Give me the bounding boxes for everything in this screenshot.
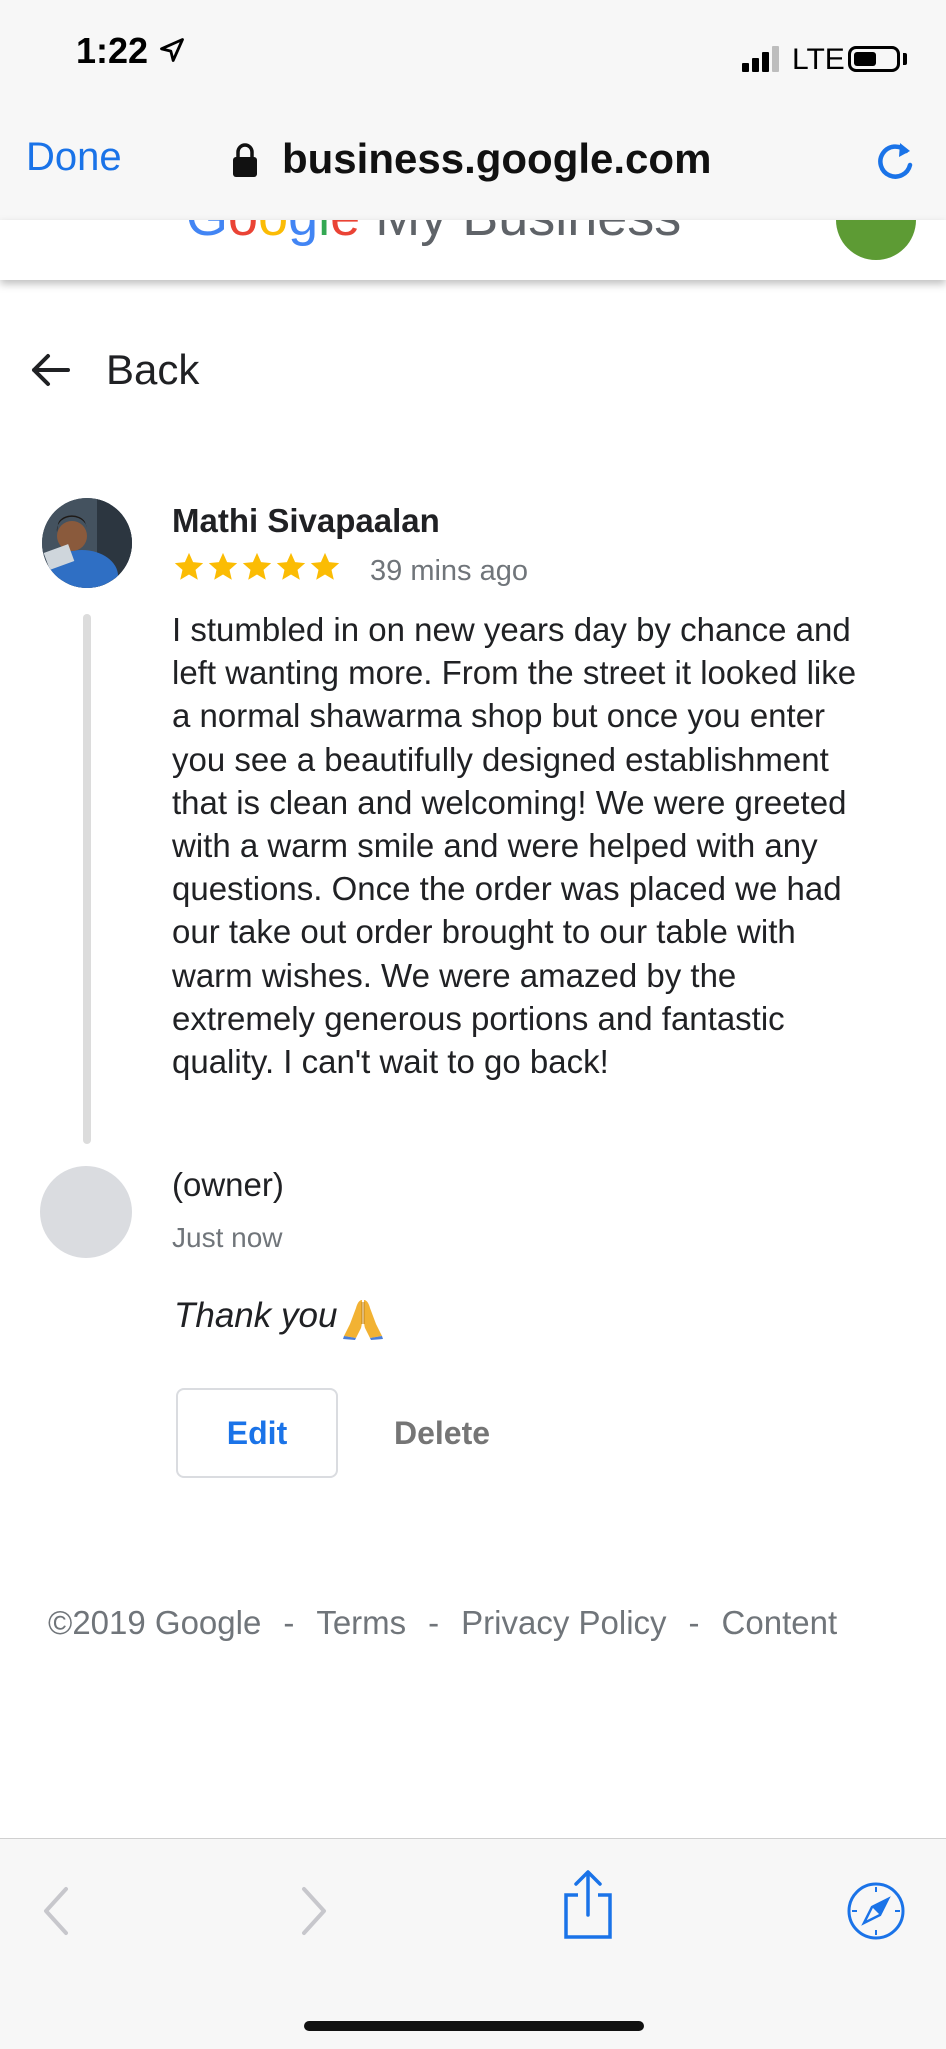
owner-avatar <box>40 1166 132 1258</box>
reply-text: Thank you <box>174 1296 338 1335</box>
edit-reply-button[interactable]: Edit <box>176 1388 338 1478</box>
account-avatar[interactable] <box>836 220 916 260</box>
star-icon <box>208 552 238 580</box>
lock-icon <box>233 143 257 177</box>
reviewer-avatar <box>42 498 132 588</box>
arrow-left-icon <box>32 354 70 386</box>
reviewer-name[interactable]: Mathi Sivapaalan <box>172 502 440 540</box>
review-text: I stumbled in on new years day by chance… <box>172 611 857 1081</box>
footer-link-content[interactable]: Content <box>722 1604 838 1641</box>
reply-timestamp: Just now <box>172 1222 283 1253</box>
footer-link-privacy[interactable]: Privacy Policy <box>461 1604 666 1641</box>
chevron-right-icon[interactable] <box>296 1883 332 1939</box>
footer-separator: - <box>688 1604 700 1641</box>
reload-icon[interactable] <box>870 137 920 187</box>
footer-links: ©2019 Google - Terms - Privacy Policy - Conten… <box>48 1604 837 1642</box>
status-time: 1:22 <box>76 30 149 71</box>
footer-link-terms[interactable]: Terms <box>316 1604 406 1641</box>
reply-author: (owner) <box>172 1166 284 1203</box>
star-icon <box>174 552 204 580</box>
delete-reply-button[interactable]: Delete <box>362 1388 522 1478</box>
site-header: Google My Business <box>0 220 946 280</box>
chevron-left-icon[interactable] <box>38 1883 74 1939</box>
review-timestamp: 39 mins ago <box>370 555 528 587</box>
location-arrow-icon <box>160 38 184 62</box>
copyright-text: ©2019 Google <box>48 1604 262 1641</box>
clipped-text-tops <box>48 1736 908 1750</box>
browser-toolbar <box>0 1838 946 2049</box>
footer-links-clipped <box>48 1728 908 1750</box>
battery-cap <box>903 53 907 65</box>
back-label: Back <box>106 346 200 393</box>
carrier-label: LTE <box>792 43 845 76</box>
back-button[interactable]: Back <box>28 340 199 400</box>
browser-nav-bar: Done business.google.com <box>0 105 946 220</box>
reviewer-photo <box>42 498 132 588</box>
star-icon <box>276 552 306 580</box>
google-my-business-logo: Google My Business <box>186 220 681 248</box>
status-bar: 1:22 LTE <box>0 0 946 105</box>
home-indicator <box>304 2021 644 2031</box>
star-icon <box>310 552 340 580</box>
folded-hands-icon <box>343 1300 383 1340</box>
url-label[interactable]: business.google.com <box>282 135 711 183</box>
done-button[interactable]: Done <box>26 135 122 180</box>
star-rating <box>172 550 342 584</box>
safari-compass-icon[interactable] <box>846 1881 906 1941</box>
footer-separator: - <box>428 1604 440 1641</box>
footer-separator: - <box>283 1604 295 1641</box>
thread-line <box>83 614 91 1144</box>
share-icon[interactable] <box>560 1869 616 1941</box>
battery-icon <box>848 46 900 72</box>
signal-strength-icon <box>742 44 782 72</box>
star-icon <box>242 552 272 580</box>
